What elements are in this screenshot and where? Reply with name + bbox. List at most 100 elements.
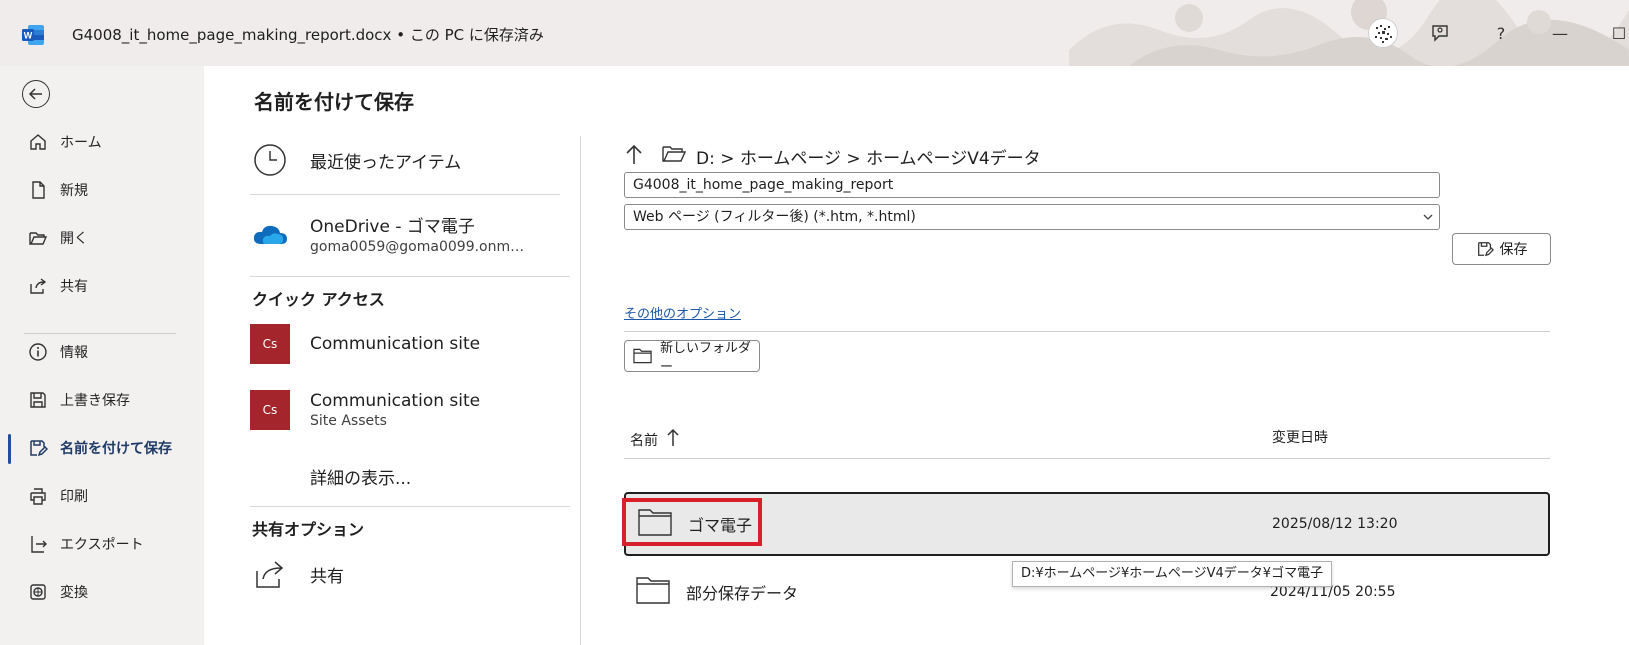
document-title: G4008_it_home_page_making_report.docx • … — [72, 24, 544, 45]
save-icon — [24, 390, 52, 410]
file-type-select[interactable]: Web ページ (フィルター後) (*.htm, *.html) — [624, 204, 1440, 230]
save-button[interactable]: 保存 — [1452, 233, 1551, 265]
location-communication-site-assets[interactable]: Cs Communication site Site Assets — [250, 390, 570, 430]
open-folder-icon — [24, 228, 52, 248]
back-arrow-icon — [28, 88, 42, 100]
nav-new-label: 新規 — [60, 183, 88, 199]
nav-new[interactable]: 新規 — [0, 170, 204, 210]
convert-icon — [24, 582, 52, 602]
page-title: 名前を付けて保存 — [254, 90, 414, 114]
folder-open-icon — [662, 145, 687, 168]
locations-divider-2 — [250, 276, 570, 277]
account-avatar[interactable] — [1368, 18, 1398, 48]
location-recent-label: 最近使ったアイテム — [310, 152, 462, 173]
nav-export-label: エクスポート — [60, 537, 144, 553]
panel-divider — [580, 136, 581, 645]
save-status: この PC に保存済み — [409, 26, 544, 44]
nav-home-label: ホーム — [60, 135, 102, 151]
new-folder-label: 新しいフォルダー — [660, 341, 752, 375]
nav-share-label: 共有 — [60, 279, 88, 295]
more-options-link[interactable]: その他のオプション — [624, 303, 741, 322]
location-recent[interactable]: 最近使ったアイテム — [250, 140, 570, 180]
onedrive-title: OneDrive - ゴマ電子 — [310, 217, 475, 237]
nav-info-label: 情報 — [60, 345, 88, 361]
location-onedrive[interactable]: OneDrive - ゴマ電子 goma0059@goma0099.onm… — [250, 212, 570, 255]
communication-site-icon: Cs — [250, 390, 290, 430]
new-document-icon — [24, 180, 52, 200]
filename-input[interactable]: G4008_it_home_page_making_report — [624, 172, 1440, 198]
up-arrow-icon — [626, 144, 642, 164]
column-header-date[interactable]: 変更日時 — [1272, 427, 1328, 447]
new-folder-button[interactable]: 新しいフォルダー — [624, 340, 760, 375]
nav-export[interactable]: エクスポート — [0, 524, 204, 564]
column-name-label: 名前 — [630, 432, 658, 449]
nav-save-as[interactable]: 名前を付けて保存 — [0, 428, 204, 468]
sort-ascending-icon — [666, 427, 680, 452]
nav-save-as-label: 名前を付けて保存 — [60, 441, 172, 457]
quick-access-heading: クイック アクセス — [252, 290, 385, 309]
save-as-icon — [24, 438, 52, 458]
maximize-button[interactable]: ☐ — [1604, 18, 1629, 48]
svg-text:W: W — [24, 31, 33, 41]
chevron-down-icon — [1423, 205, 1433, 237]
minimize-button[interactable]: — — [1545, 18, 1575, 48]
show-more-label: 詳細の表示... — [310, 468, 412, 489]
onedrive-account: goma0059@goma0099.onm… — [310, 239, 525, 255]
print-icon — [24, 486, 52, 506]
new-folder-icon — [633, 348, 652, 364]
share-arrow-icon — [250, 554, 290, 594]
header-divider — [624, 458, 1550, 459]
export-icon — [24, 534, 52, 554]
nav-convert[interactable]: 変換 — [0, 572, 204, 612]
feedback-button[interactable] — [1425, 18, 1455, 48]
communication-site-label: Communication site — [310, 391, 481, 411]
show-more-locations[interactable]: 詳細の表示... — [250, 456, 570, 496]
sharing-options-heading: 共有オプション — [252, 520, 365, 539]
nav-open-label: 開く — [60, 231, 88, 247]
save-button-label: 保存 — [1499, 242, 1528, 258]
document-name: G4008_it_home_page_making_report.docx — [72, 26, 392, 44]
location-communication-site[interactable]: Cs Communication site — [250, 324, 570, 364]
nav-info[interactable]: 情報 — [0, 332, 204, 372]
column-header-name[interactable]: 名前 — [630, 427, 680, 452]
folder-icon — [636, 576, 670, 608]
back-button[interactable] — [22, 80, 50, 108]
title-bar: W G4008_it_home_page_making_report.docx … — [0, 0, 1629, 66]
communication-site-label: Communication site — [310, 334, 481, 354]
clock-icon — [250, 140, 290, 180]
nav-save-label: 上書き保存 — [60, 393, 130, 409]
nav-save[interactable]: 上書き保存 — [0, 380, 204, 420]
locations-divider-3 — [250, 506, 570, 507]
home-icon — [24, 132, 52, 152]
folder-row[interactable]: ゴマ電子 2025/08/12 13:20 — [624, 492, 1550, 556]
title-separator: • — [396, 26, 406, 44]
folder-icon — [638, 508, 672, 540]
share-icon — [24, 276, 52, 296]
info-icon — [24, 342, 52, 362]
file-type-value: Web ページ (フィルター後) (*.htm, *.html) — [633, 209, 916, 225]
nav-convert-label: 変換 — [60, 585, 88, 601]
communication-site-sub: Site Assets — [310, 413, 387, 429]
breadcrumb-path[interactable]: D: > ホームページ > ホームページV4データ — [696, 144, 1041, 169]
folder-modified-date: 2025/08/12 13:20 — [1272, 516, 1398, 532]
nav-home[interactable]: ホーム — [0, 122, 204, 162]
options-divider — [624, 331, 1550, 332]
nav-print-label: 印刷 — [60, 489, 88, 505]
locations-divider — [250, 194, 560, 195]
nav-print[interactable]: 印刷 — [0, 476, 204, 516]
feedback-icon — [1432, 25, 1448, 42]
breadcrumb: D: > ホームページ > ホームページV4データ — [624, 142, 1041, 170]
nav-open[interactable]: 開く — [0, 218, 204, 258]
location-share-label: 共有 — [310, 566, 344, 587]
backstage-nav: ホーム 新規 開く 共有 情報 上書き保存 名前を付けて保存 印刷 エクスポート… — [0, 66, 204, 645]
folder-name: ゴマ電子 — [688, 516, 753, 535]
help-button[interactable]: ? — [1486, 18, 1516, 48]
onedrive-cloud-icon — [250, 214, 290, 254]
nav-share[interactable]: 共有 — [0, 266, 204, 306]
up-folder-button[interactable] — [624, 143, 644, 170]
path-tooltip: D:¥ホームページ¥ホームページV4データ¥ゴマ電子 — [1012, 561, 1333, 587]
location-share[interactable]: 共有 — [250, 554, 570, 594]
communication-site-icon: Cs — [250, 324, 290, 364]
word-app-icon: W — [22, 25, 44, 45]
folder-name: 部分保存データ — [686, 584, 799, 603]
